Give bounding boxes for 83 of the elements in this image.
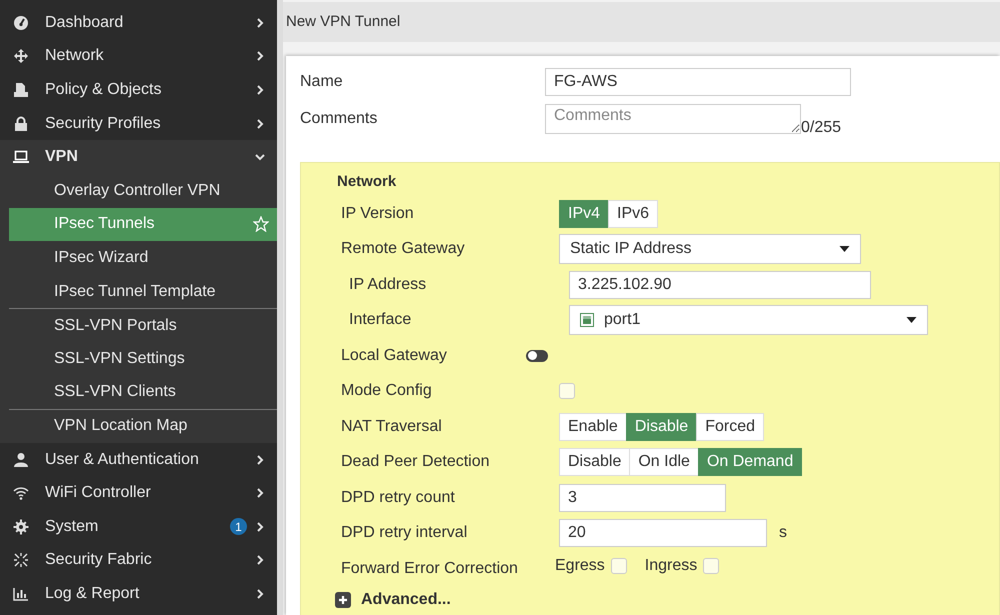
name-field[interactable]: FG-AWS — [545, 68, 851, 96]
sidebar-item[interactable]: Network — [0, 40, 277, 74]
wifi-icon — [13, 485, 29, 502]
sidebar-item[interactable]: WiFi Controller — [0, 476, 277, 510]
field-label: Comments — [300, 110, 378, 128]
sidebar-subitem[interactable]: IPsec Tunnel Template — [9, 274, 277, 308]
move-arrows-icon — [13, 48, 29, 64]
field-label: Interface — [349, 311, 412, 330]
laptop-icon — [13, 149, 29, 166]
sidebar-item[interactable]: Security Fabric — [0, 544, 277, 578]
sidebar-item[interactable]: Security Profiles — [0, 106, 277, 140]
segment-option[interactable]: On Idle — [629, 448, 699, 476]
section-heading: Network — [337, 173, 398, 190]
field-label: Mode Config — [341, 382, 432, 400]
segment-option[interactable]: IPv4 — [559, 200, 610, 228]
sidebar-item[interactable]: Dashboard — [0, 6, 277, 40]
chevron-icon — [255, 118, 265, 129]
chevron-icon — [255, 588, 265, 599]
number-field[interactable]: 20 — [559, 519, 767, 548]
page-title: New VPN Tunnel — [283, 2, 1000, 42]
user-icon — [13, 452, 29, 468]
sidebar-item[interactable]: VPN — [0, 140, 277, 174]
sidebar-item[interactable]: Policy & Objects — [0, 73, 277, 107]
field-label: NAT Traversal — [341, 418, 442, 436]
field-label: IP Version — [341, 204, 414, 223]
checkbox-label: Ingress — [644, 557, 698, 575]
segment-option[interactable]: Forced — [696, 412, 764, 441]
plus-icon[interactable] — [335, 592, 351, 608]
sidebar-item[interactable]: User & Authentication — [0, 442, 277, 476]
checkbox[interactable] — [703, 558, 720, 574]
unit-label: s — [779, 524, 787, 542]
port-icon — [580, 313, 594, 328]
chevron-icon — [255, 555, 265, 566]
dropdown-select[interactable]: Static IP Address — [559, 234, 861, 264]
star-icon[interactable] — [253, 216, 269, 232]
sidebar-subitem[interactable]: IPsec Wizard — [9, 241, 277, 275]
field-label: Remote Gateway — [341, 240, 465, 258]
checkbox[interactable] — [559, 383, 575, 400]
caret-icon — [839, 246, 850, 252]
character-counter: 0/255 — [801, 119, 842, 137]
chevron-icon — [255, 522, 265, 532]
gear-icon — [13, 518, 29, 535]
chevron-icon — [255, 18, 265, 28]
gauge-icon — [13, 14, 29, 31]
field-label: Name — [300, 73, 344, 91]
segment-option[interactable]: On Demand — [698, 448, 802, 476]
advanced-link[interactable]: Advanced... — [361, 590, 451, 608]
chevron-icon — [255, 84, 265, 95]
sidebar-subitem[interactable]: Overlay Controller VPN — [9, 174, 277, 208]
sidebar-subitem[interactable]: SSL-VPN Settings — [9, 342, 277, 376]
text-field[interactable]: 3.225.102.90 — [569, 270, 871, 299]
checkbox-label: Egress — [555, 557, 605, 575]
checkbox[interactable] — [610, 558, 627, 574]
sidebar-item[interactable]: Log & Report — [0, 577, 277, 611]
segment-option[interactable]: Enable — [559, 412, 627, 441]
field-label: Forward Error Correction — [341, 560, 518, 578]
field-label: DPD retry interval — [341, 524, 468, 542]
caret-icon — [906, 317, 917, 324]
lock-icon — [13, 116, 29, 132]
network-burst-icon — [13, 552, 29, 568]
dropdown-select[interactable]: port1 — [569, 305, 928, 336]
field-label: Local Gateway — [341, 346, 447, 365]
document-icon — [13, 82, 29, 98]
field-label: Dead Peer Detection — [341, 453, 490, 472]
chevron-icon — [255, 152, 265, 162]
toggle-switch[interactable] — [526, 350, 548, 362]
sidebar-subitem[interactable]: SSL-VPN Portals — [9, 308, 277, 342]
bar-chart-icon — [13, 586, 29, 602]
segment-option[interactable]: IPv6 — [608, 200, 658, 228]
sidebar-item[interactable]: System 1 — [0, 510, 277, 544]
number-field[interactable]: 3 — [559, 484, 726, 512]
chevron-icon — [255, 488, 265, 498]
comments-field[interactable]: Comments — [545, 104, 801, 134]
sidebar-subitem[interactable]: VPN Location Map — [9, 409, 277, 443]
chevron-icon — [255, 51, 265, 62]
segment-option[interactable]: Disable — [626, 412, 698, 441]
chevron-icon — [255, 454, 265, 465]
sidebar-subitem[interactable]: SSL-VPN Clients — [9, 376, 277, 410]
field-label: IP Address — [349, 276, 426, 294]
segment-option[interactable]: Disable — [559, 448, 630, 476]
sidebar-subitem[interactable]: IPsec Tunnels — [9, 208, 277, 242]
field-label: DPD retry count — [341, 488, 455, 507]
notification-badge: 1 — [230, 518, 247, 536]
